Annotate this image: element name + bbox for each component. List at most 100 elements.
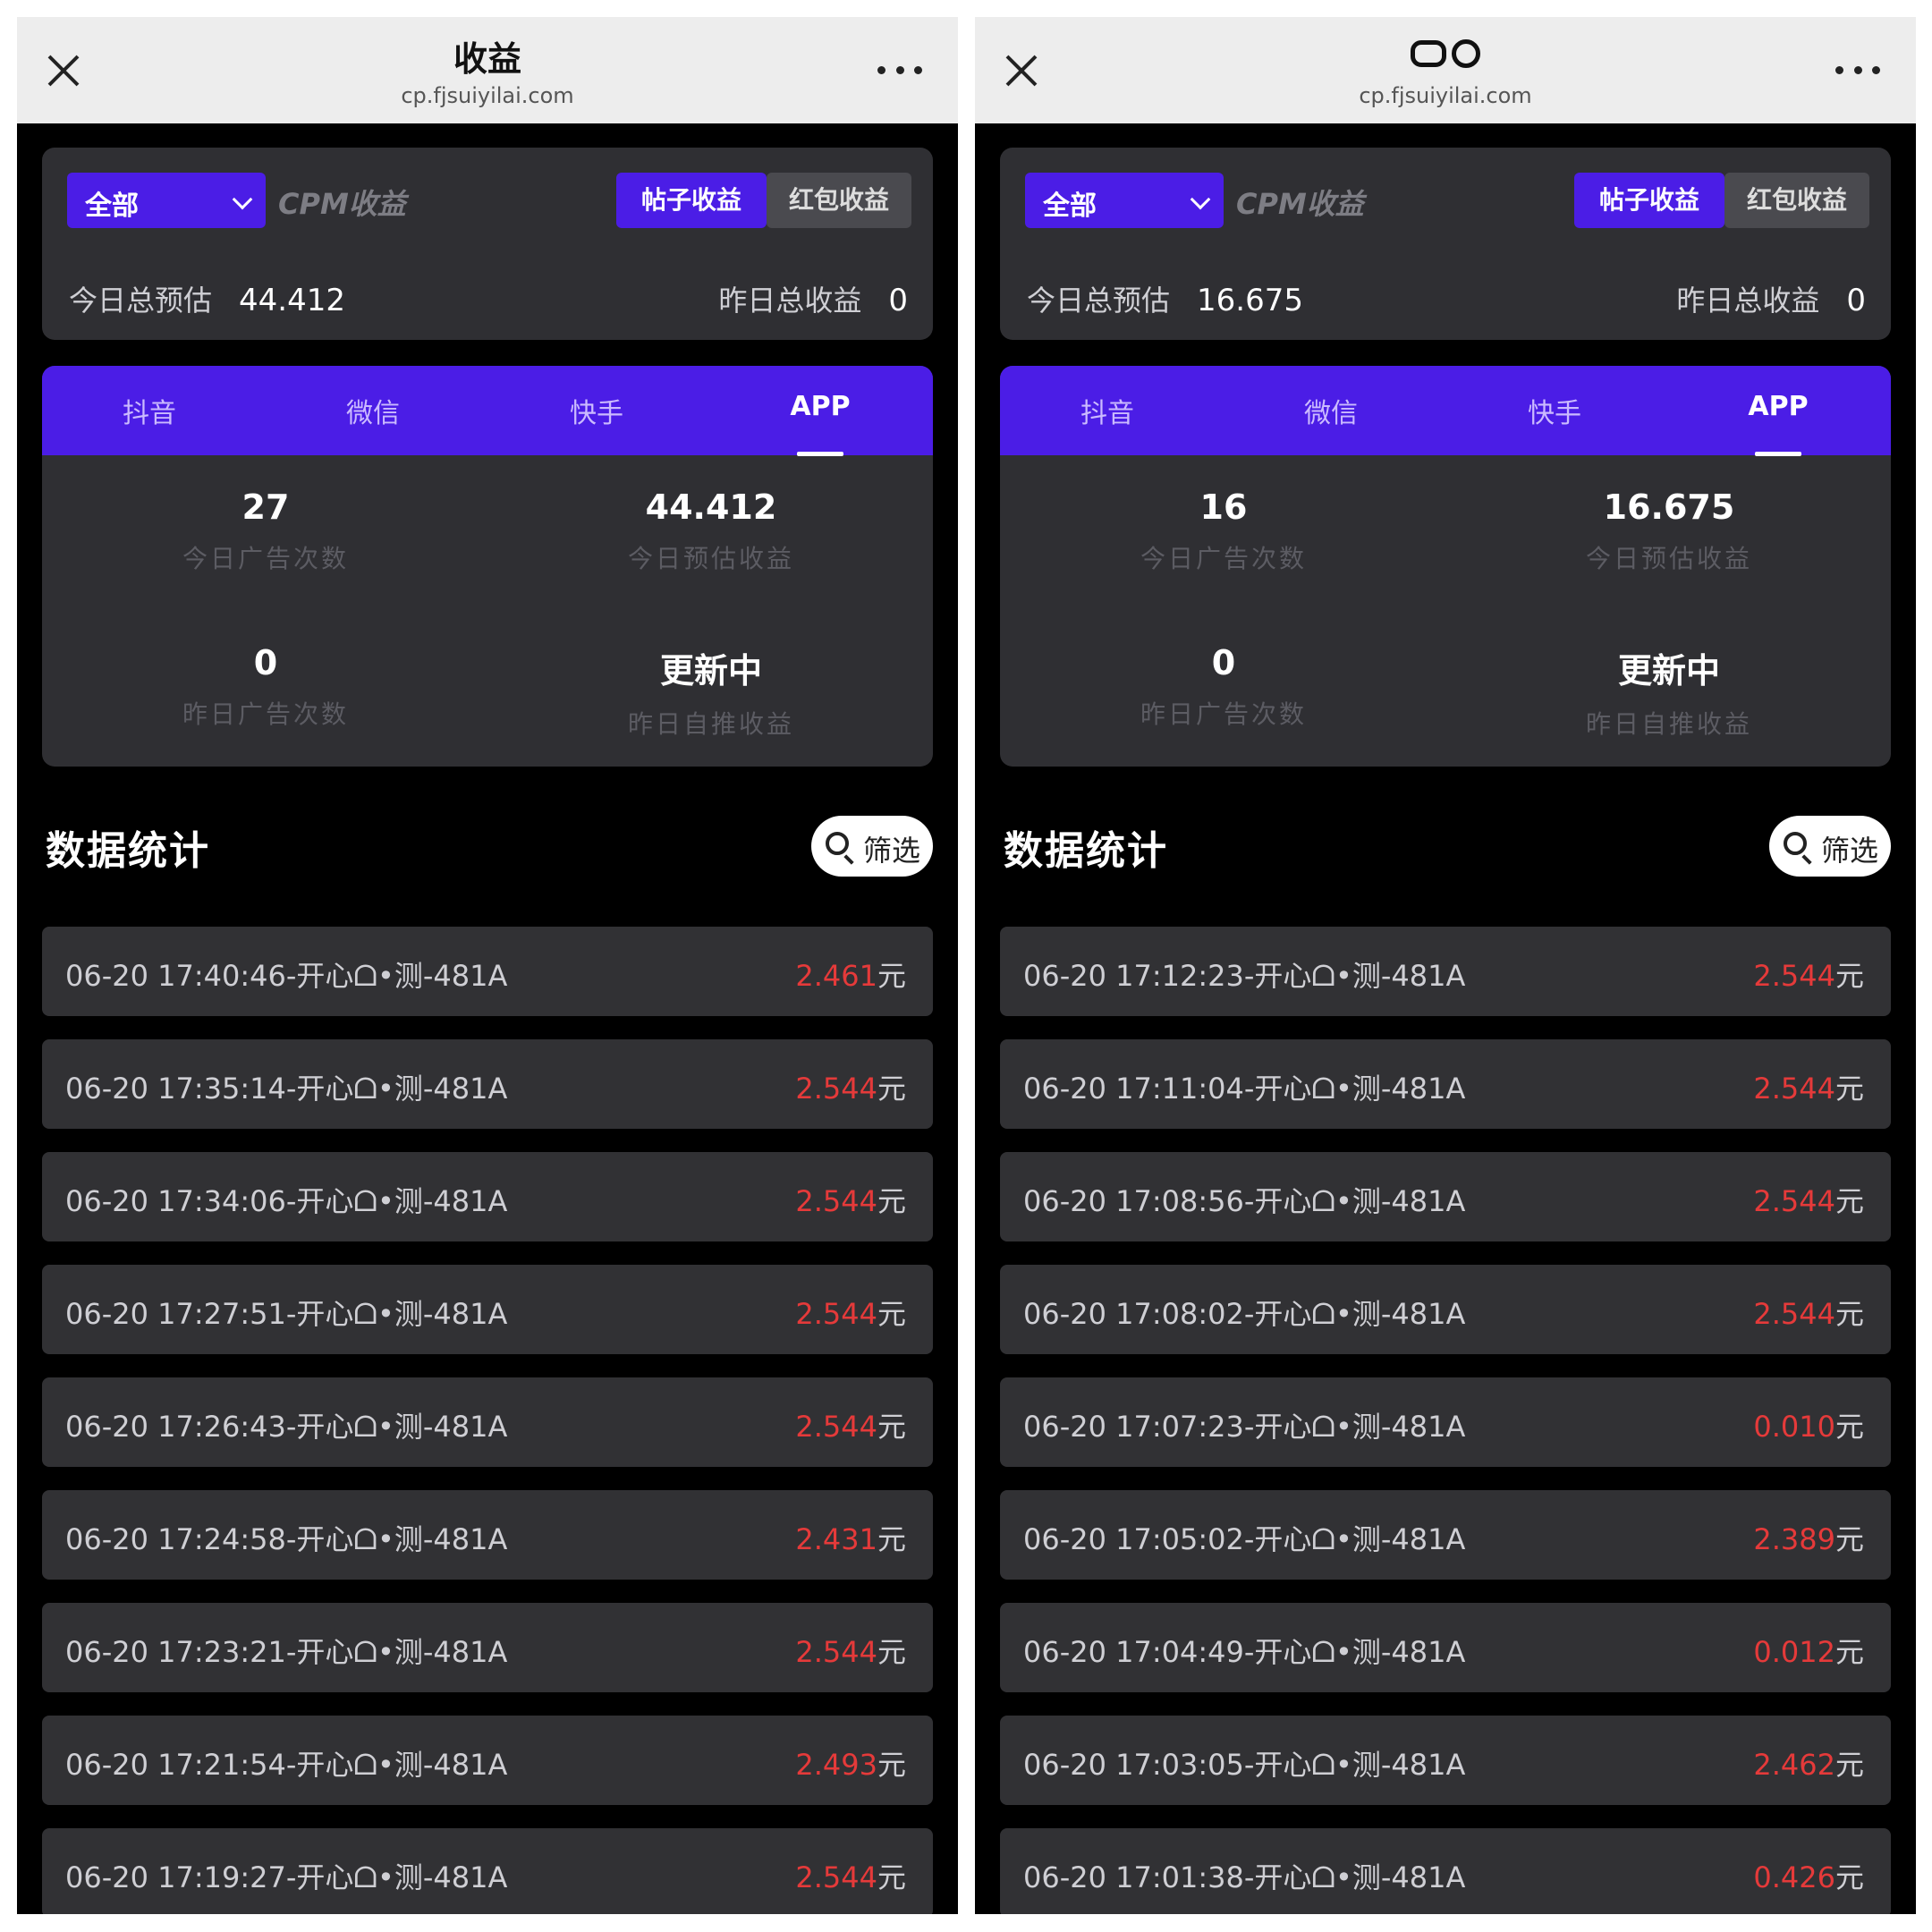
post-income-button[interactable]: 帖子收益 <box>1574 173 1724 228</box>
record-amount: 2.544元 <box>1753 1292 1864 1333</box>
list-item[interactable]: 06-20 17:05:02-开心ᗝ•测-481A 2.389元 <box>1000 1490 1891 1580</box>
post-income-button[interactable]: 帖子收益 <box>616 173 767 228</box>
filter-button[interactable]: 筛选 <box>811 816 933 877</box>
page-url: cp.fjsuiyilai.com <box>1359 83 1532 108</box>
tab-app-label: APP <box>790 391 851 422</box>
list-item[interactable]: 06-20 17:24:58-开心ᗝ•测-481A 2.431元 <box>42 1490 933 1580</box>
amount-unit: 元 <box>877 1072 906 1106</box>
list-item[interactable]: 06-20 17:08:56-开心ᗝ•测-481A 2.544元 <box>1000 1152 1891 1241</box>
tab-app[interactable]: APP <box>1689 391 1868 456</box>
record-amount: 2.461元 <box>795 953 906 995</box>
metric-label: 昨日自推收益 <box>627 709 794 739</box>
record-amount: 2.544元 <box>795 1855 906 1896</box>
amount-unit: 元 <box>877 1635 906 1669</box>
metric-label: 昨日广告次数 <box>1140 699 1307 729</box>
record-text: 06-20 17:27:51-开心ᗝ•测-481A <box>65 1297 508 1331</box>
today-estimate-label: 今日总预估 <box>69 284 213 318</box>
summary-card: 全部 CPM收益 帖子收益 红包收益 今日总预估 16.675 昨日总收益 0 <box>1000 148 1891 340</box>
list-item[interactable]: 06-20 17:12:23-开心ᗝ•测-481A 2.544元 <box>1000 927 1891 1016</box>
metric-value: 0 <box>253 643 278 682</box>
amount-value: 2.389 <box>1753 1522 1835 1556</box>
amount-value: 2.544 <box>1753 1184 1835 1218</box>
amount-value: 0.012 <box>1753 1635 1835 1669</box>
scope-value: 全部 <box>1043 191 1097 222</box>
record-text: 06-20 17:40:46-开心ᗝ•测-481A <box>65 959 508 993</box>
metric-value: 0 <box>1211 643 1236 682</box>
amount-unit: 元 <box>1835 959 1864 993</box>
metric-today-ads: 16 今日广告次数 <box>1045 487 1402 575</box>
list-item[interactable]: 06-20 17:01:38-开心ᗝ•测-481A 0.426元 <box>1000 1828 1891 1914</box>
metric-value: 16.675 <box>1603 487 1735 527</box>
platform-card: 抖音 微信 快手 APP 27 今日广告次数 44.412 今日预估收益 0 昨… <box>42 366 933 767</box>
list-item[interactable]: 06-20 17:08:02-开心ᗝ•测-481A 2.544元 <box>1000 1265 1891 1354</box>
scope-dropdown[interactable]: 全部 <box>1025 173 1224 228</box>
record-amount: 2.493元 <box>795 1742 906 1784</box>
scope-dropdown[interactable]: 全部 <box>67 173 266 228</box>
tab-wechat[interactable]: 微信 <box>284 391 462 430</box>
chevron-down-icon <box>1190 189 1211 210</box>
metric-today-estimate: 44.412 今日预估收益 <box>532 487 890 575</box>
tab-kuaishou[interactable]: 快手 <box>507 391 686 430</box>
metric-value: 更新中 <box>659 651 762 691</box>
amount-unit: 元 <box>877 1860 906 1894</box>
list-item[interactable]: 06-20 17:26:43-开心ᗝ•测-481A 2.544元 <box>42 1377 933 1467</box>
record-list: 06-20 17:12:23-开心ᗝ•测-481A 2.544元 06-20 17… <box>1000 927 1891 1914</box>
amount-unit: 元 <box>877 1522 906 1556</box>
amount-value: 2.544 <box>795 1072 877 1106</box>
record-text: 06-20 17:11:04-开心ᗝ•测-481A <box>1023 1072 1466 1106</box>
list-item[interactable]: 06-20 17:23:21-开心ᗝ•测-481A 2.544元 <box>42 1603 933 1692</box>
screenshot-panel-right: cp.fjsuiyilai.com 全部 CPM收益 帖子收益 红包收益 今日总… <box>975 17 1916 1914</box>
list-item[interactable]: 06-20 17:35:14-开心ᗝ•测-481A 2.544元 <box>42 1039 933 1129</box>
more-icon[interactable] <box>877 64 922 76</box>
tab-kuaishou[interactable]: 快手 <box>1465 391 1644 430</box>
red-packet-income-button[interactable]: 红包收益 <box>1724 173 1869 228</box>
amount-unit: 元 <box>877 959 906 993</box>
record-amount: 0.426元 <box>1753 1855 1864 1896</box>
list-item[interactable]: 06-20 17:04:49-开心ᗝ•测-481A 0.012元 <box>1000 1603 1891 1692</box>
amount-unit: 元 <box>1835 1635 1864 1669</box>
list-item[interactable]: 06-20 17:03:05-开心ᗝ•测-481A 2.462元 <box>1000 1716 1891 1805</box>
tab-douyin[interactable]: 抖音 <box>60 391 239 430</box>
tab-wechat[interactable]: 微信 <box>1241 391 1420 430</box>
record-text: 06-20 17:35:14-开心ᗝ•测-481A <box>65 1072 508 1106</box>
filter-button[interactable]: 筛选 <box>1769 816 1891 877</box>
list-item[interactable]: 06-20 17:40:46-开心ᗝ•测-481A 2.461元 <box>42 927 933 1016</box>
more-icon[interactable] <box>1835 64 1880 76</box>
list-item[interactable]: 06-20 17:07:23-开心ᗝ•测-481A 0.010元 <box>1000 1377 1891 1467</box>
today-estimate-value: 16.675 <box>1197 283 1303 318</box>
filter-label: 筛选 <box>863 834 921 868</box>
amount-value: 2.544 <box>795 1410 877 1444</box>
today-estimate: 今日总预估 16.675 <box>1027 278 1303 319</box>
record-text: 06-20 17:08:02-开心ᗝ•测-481A <box>1023 1297 1466 1331</box>
summary-card: 全部 CPM收益 帖子收益 红包收益 今日总预估 44.412 昨日总收益 0 <box>42 148 933 340</box>
today-estimate-label: 今日总预估 <box>1027 284 1171 318</box>
record-amount: 2.544元 <box>795 1404 906 1445</box>
tab-douyin[interactable]: 抖音 <box>1018 391 1197 430</box>
scope-value: 全部 <box>85 191 139 222</box>
metric-label: 昨日自推收益 <box>1585 709 1752 739</box>
list-item[interactable]: 06-20 17:11:04-开心ᗝ•测-481A 2.544元 <box>1000 1039 1891 1129</box>
amount-value: 2.462 <box>1753 1748 1835 1782</box>
list-item[interactable]: 06-20 17:19:27-开心ᗝ•测-481A 2.544元 <box>42 1828 933 1914</box>
metric-value: 27 <box>242 487 290 527</box>
amount-unit: 元 <box>1835 1072 1864 1106</box>
record-amount: 0.010元 <box>1753 1404 1864 1445</box>
record-amount: 2.544元 <box>795 1292 906 1333</box>
record-text: 06-20 17:23:21-开心ᗝ•测-481A <box>65 1635 508 1669</box>
record-amount: 2.544元 <box>1753 1179 1864 1220</box>
record-text: 06-20 17:21:54-开心ᗝ•测-481A <box>65 1748 508 1782</box>
list-item[interactable]: 06-20 17:34:06-开心ᗝ•测-481A 2.544元 <box>42 1152 933 1241</box>
record-amount: 2.389元 <box>1753 1517 1864 1558</box>
red-packet-income-button[interactable]: 红包收益 <box>767 173 911 228</box>
list-item[interactable]: 06-20 17:21:54-开心ᗝ•测-481A 2.493元 <box>42 1716 933 1805</box>
yesterday-total-label: 昨日总收益 <box>718 284 862 318</box>
record-list: 06-20 17:40:46-开心ᗝ•测-481A 2.461元 06-20 17… <box>42 927 933 1914</box>
active-tab-indicator <box>797 452 843 456</box>
amount-value: 2.544 <box>1753 1297 1835 1331</box>
amount-value: 2.544 <box>795 1297 877 1331</box>
metric-value: 44.412 <box>645 487 777 527</box>
amount-unit: 元 <box>877 1748 906 1782</box>
cpm-label: CPM收益 <box>1236 187 1364 221</box>
tab-app[interactable]: APP <box>731 391 910 456</box>
list-item[interactable]: 06-20 17:27:51-开心ᗝ•测-481A 2.544元 <box>42 1265 933 1354</box>
